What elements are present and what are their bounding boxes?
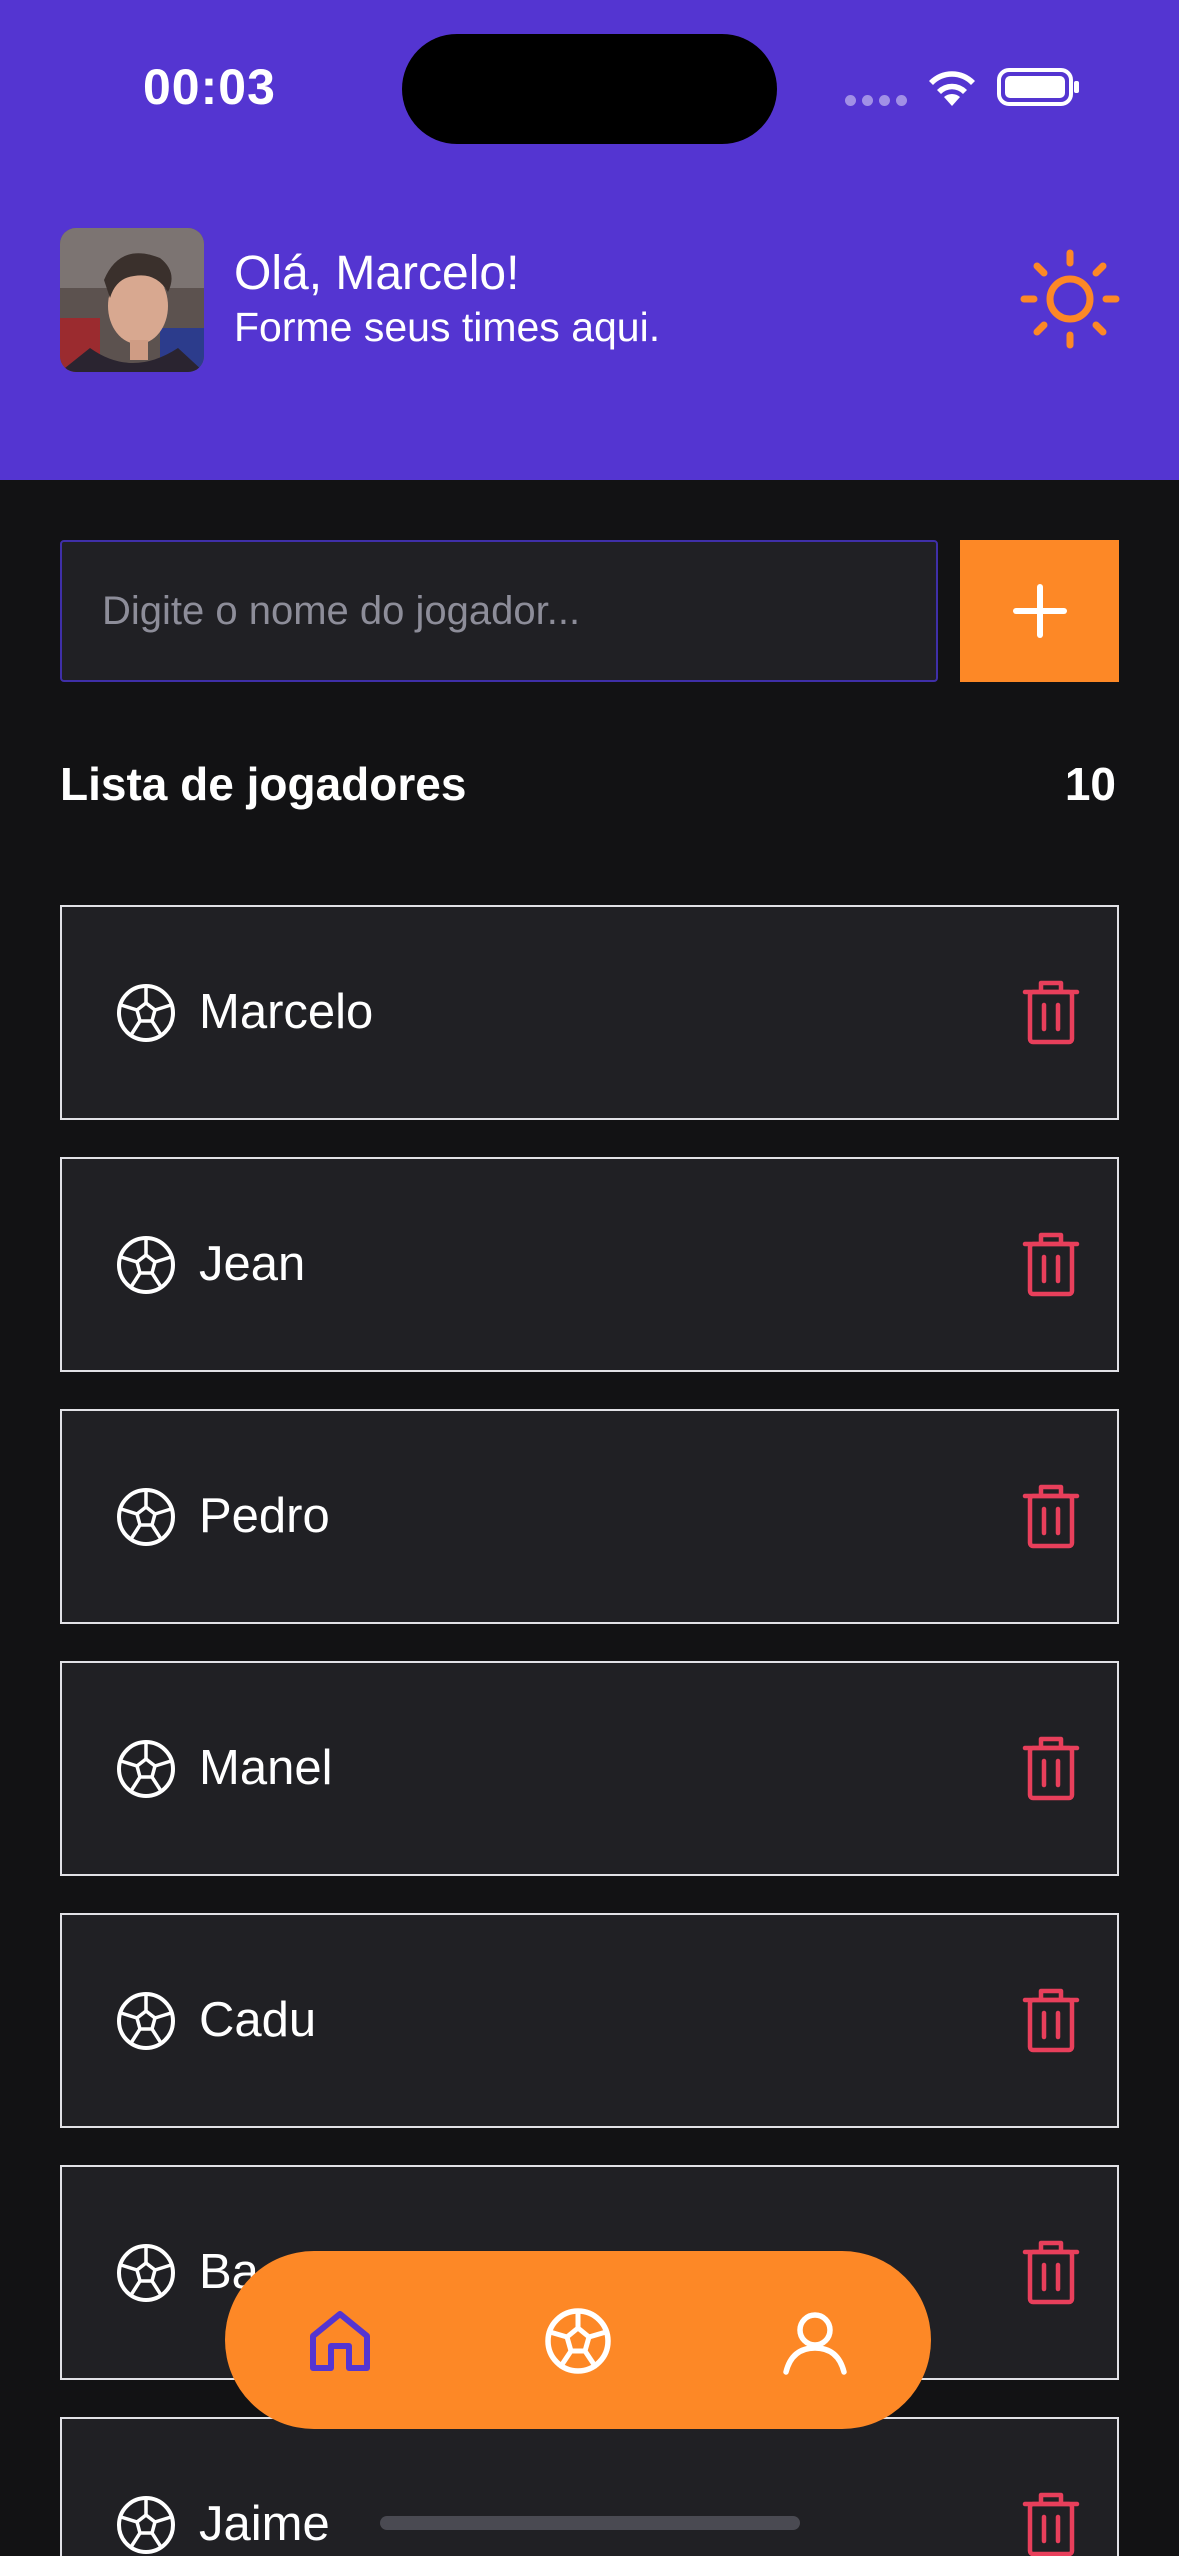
player-name: Jaime <box>199 2497 330 2551</box>
trash-icon[interactable] <box>1022 2239 1080 2305</box>
signal-icon <box>845 95 907 106</box>
soccer-ball-icon <box>117 1488 175 1546</box>
dynamic-island <box>402 34 777 144</box>
soccer-ball-icon <box>117 1236 175 1294</box>
soccer-ball-icon <box>117 1992 175 2050</box>
trash-icon[interactable] <box>1022 1735 1080 1801</box>
player-name: Marcelo <box>199 985 374 1039</box>
soccer-ball-icon <box>117 2496 175 2554</box>
greeting-subtitle: Forme seus times aqui. <box>234 304 661 350</box>
avatar[interactable] <box>60 228 204 372</box>
soccer-ball-icon <box>117 984 175 1042</box>
player-card: Marcelo <box>60 905 1119 1120</box>
app-header: 00:03 Olá, Marcelo! Forme seus times aqu… <box>0 0 1179 480</box>
trash-icon[interactable] <box>1022 1231 1080 1297</box>
player-name: Cadu <box>199 1993 317 2047</box>
home-icon[interactable] <box>305 2306 375 2376</box>
trash-icon[interactable] <box>1022 979 1080 1045</box>
trash-icon[interactable] <box>1022 1483 1080 1549</box>
player-count: 10 <box>1064 758 1116 810</box>
list-title: Lista de jogadores <box>60 758 467 810</box>
bottom-nav <box>225 2251 931 2429</box>
player-name: Manel <box>199 1741 333 1795</box>
greeting-text: Olá, Marcelo! <box>234 247 520 300</box>
soccer-ball-icon <box>117 2244 175 2302</box>
user-icon[interactable] <box>780 2306 850 2376</box>
home-indicator <box>380 2516 800 2530</box>
soccer-ball-icon[interactable] <box>543 2306 613 2376</box>
trash-icon[interactable] <box>1022 1987 1080 2053</box>
plus-icon <box>1012 584 1067 638</box>
player-card: Cadu <box>60 1913 1119 2128</box>
player-name-input[interactable] <box>60 540 938 682</box>
wifi-icon <box>929 71 975 106</box>
sun-icon[interactable] <box>1019 248 1121 350</box>
trash-icon[interactable] <box>1022 2491 1080 2556</box>
player-card: Manel <box>60 1661 1119 1876</box>
add-player-button[interactable] <box>960 540 1119 682</box>
player-card: Jaime <box>60 2417 1119 2556</box>
soccer-ball-icon <box>117 1740 175 1798</box>
player-card: Pedro <box>60 1409 1119 1624</box>
player-name: Pedro <box>199 1489 330 1543</box>
player-card: Jean <box>60 1157 1119 1372</box>
battery-icon <box>997 68 1079 106</box>
player-name: Jean <box>199 1237 306 1291</box>
status-time: 00:03 <box>143 59 276 115</box>
